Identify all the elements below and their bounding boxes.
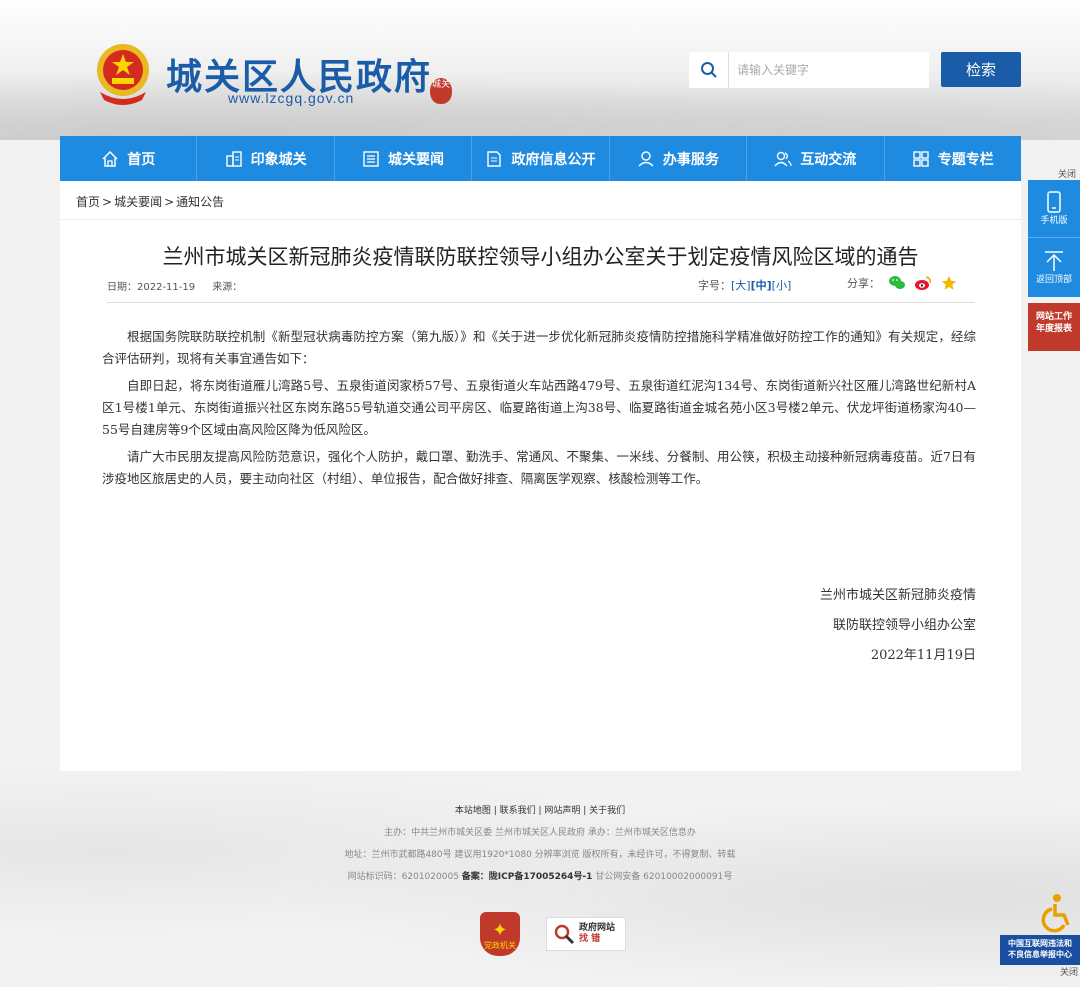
mobile-version-button[interactable]: 手机版 bbox=[1028, 180, 1080, 238]
service-icon bbox=[638, 150, 654, 167]
breadcrumb: 首页 > 城关要闻 > 通知公告 bbox=[76, 193, 224, 210]
mobile-phone-icon bbox=[1047, 191, 1061, 213]
back-to-top-button[interactable]: 返回顶部 bbox=[1028, 238, 1080, 296]
footer-record: 网站标识码：6201020005 备案：陇ICP备17005264号-1 甘公网… bbox=[0, 866, 1080, 888]
float-close-button[interactable]: 关闭 bbox=[1058, 167, 1076, 180]
document-icon bbox=[487, 150, 502, 167]
home-icon bbox=[102, 150, 118, 167]
breadcrumb-notice[interactable]: 通知公告 bbox=[176, 195, 224, 209]
report-center-line1: 中国互联网违法和 bbox=[1008, 939, 1072, 948]
nav-item-impression[interactable]: 印象城关 bbox=[197, 136, 335, 181]
breadcrumb-separator: > bbox=[164, 195, 175, 209]
grid-icon bbox=[913, 150, 929, 167]
party-gov-badge[interactable]: ✦ 党政机关 bbox=[480, 912, 520, 956]
find-error-line2: 找 错 bbox=[579, 934, 601, 944]
share-bar: 分享： bbox=[847, 275, 958, 291]
wechat-icon[interactable] bbox=[888, 275, 906, 291]
breadcrumb-news[interactable]: 城关要闻 bbox=[114, 195, 162, 209]
article-paragraph: 根据国务院联防联控机制《新型冠状病毒防控方案（第九版）》和《关于进一步优化新冠肺… bbox=[102, 329, 976, 366]
font-size-control: 字号：[大][中][小] bbox=[698, 277, 791, 293]
footer-links[interactable]: 本站地图 | 联系我们 | 网站声明 | 关于我们 bbox=[0, 800, 1080, 822]
nav-item-special[interactable]: 专题专栏 bbox=[885, 136, 1021, 181]
footer-site-id: 网站标识码：6201020005 bbox=[347, 872, 462, 882]
nav-label: 印象城关 bbox=[250, 151, 307, 168]
nav-label: 专题专栏 bbox=[937, 151, 994, 168]
search-icon[interactable] bbox=[689, 52, 729, 88]
article-signature: 兰州市城关区新冠肺炎疫情 联防联控领导小组办公室 2022年11月19日 bbox=[820, 581, 976, 671]
find-error-badge[interactable]: 政府网站 找 错 bbox=[546, 917, 626, 951]
article-meta: 日期：2022-11-19 来源： bbox=[107, 278, 256, 293]
magnifier-icon bbox=[554, 924, 575, 945]
font-size-small[interactable]: [小] bbox=[772, 279, 792, 292]
breadcrumb-home[interactable]: 首页 bbox=[76, 195, 100, 209]
mobile-version-label: 手机版 bbox=[1040, 216, 1068, 226]
article-source: 来源： bbox=[212, 282, 243, 293]
search-button[interactable]: 检索 bbox=[941, 52, 1021, 87]
find-error-line1: 政府网站 bbox=[579, 923, 616, 933]
float-panel: 手机版 返回顶部 bbox=[1028, 180, 1080, 297]
main-nav: 首页 印象城关 城关要闻 政府信息公开 办事服务 互动交流 专题专栏 bbox=[60, 136, 1021, 181]
nav-label: 互动交流 bbox=[800, 151, 857, 168]
annual-report-line2: 年度报表 bbox=[1035, 324, 1072, 334]
article-paragraph: 自即日起，将东岗街道雁儿湾路5号、五泉街道闵家桥57号、五泉街道火车站西路479… bbox=[102, 378, 976, 437]
nav-item-service[interactable]: 办事服务 bbox=[610, 136, 748, 181]
divider bbox=[107, 302, 975, 303]
footer-police-record[interactable]: 甘公网安备 62010002000091号 bbox=[592, 872, 732, 882]
accessibility-icon[interactable] bbox=[1040, 893, 1074, 933]
signature-org-line1: 兰州市城关区新冠肺炎疫情 bbox=[819, 588, 976, 603]
nav-label: 首页 bbox=[127, 151, 156, 168]
nav-label: 城关要闻 bbox=[388, 151, 445, 168]
signature-org-line2: 联防联控领导小组办公室 bbox=[832, 618, 976, 633]
nav-item-news[interactable]: 城关要闻 bbox=[335, 136, 473, 181]
font-size-label: 字号： bbox=[698, 279, 731, 292]
float-close-button-bottom[interactable]: 关闭 bbox=[1060, 965, 1078, 978]
arrow-up-icon bbox=[1045, 250, 1063, 271]
annual-report-button[interactable]: 网站工作 年度报表 bbox=[1028, 303, 1080, 351]
nav-label: 办事服务 bbox=[662, 151, 719, 168]
footer-icp[interactable]: 陇ICP备17005264号-1 bbox=[489, 872, 593, 882]
people-icon bbox=[774, 151, 792, 166]
impression-icon bbox=[225, 150, 242, 167]
divider bbox=[60, 219, 1021, 220]
share-label: 分享： bbox=[847, 277, 880, 290]
weibo-icon[interactable] bbox=[914, 275, 932, 291]
footer: 本站地图 | 联系我们 | 网站声明 | 关于我们 主办：中共兰州市城关区委 兰… bbox=[0, 800, 1080, 888]
footer-badges: ✦ 党政机关 政府网站 找 错 bbox=[480, 912, 626, 956]
site-seal: 城关 bbox=[430, 78, 452, 104]
news-icon bbox=[363, 150, 379, 167]
party-badge-label: 党政机关 bbox=[484, 941, 516, 950]
annual-report-line1: 网站工作 bbox=[1035, 312, 1072, 322]
article-paragraph: 请广大市民朋友提高风险防范意识，强化个人防护，戴口罩、勤洗手、常通风、不聚集、一… bbox=[102, 449, 976, 486]
favorite-star-icon[interactable] bbox=[940, 275, 958, 291]
nav-item-home[interactable]: 首页 bbox=[60, 136, 198, 181]
footer-sponsor: 主办：中共兰州市城关区委 兰州市城关区人民政府 承办：兰州市城关区信息办 bbox=[384, 828, 696, 838]
article-body: 根据国务院联防联控机制《新型冠状病毒防控方案（第九版）》和《关于进一步优化新冠肺… bbox=[102, 326, 976, 495]
article-date: 日期：2022-11-19 bbox=[107, 282, 196, 293]
footer-address: 地址：兰州市武都路480号 建议用1920*1080 分辨率浏览 版权所有，未经… bbox=[344, 850, 736, 860]
nav-label: 政府信息公开 bbox=[511, 151, 596, 168]
breadcrumb-separator: > bbox=[102, 195, 113, 209]
footer-record-label: 备案： bbox=[461, 872, 489, 882]
party-badge-icon: ✦ bbox=[492, 920, 508, 941]
search-input[interactable] bbox=[729, 55, 919, 85]
report-center-line2: 不良信息举报中心 bbox=[1008, 950, 1072, 959]
nav-item-interaction[interactable]: 互动交流 bbox=[747, 136, 885, 181]
site-url: www.lzcgq.gov.cn bbox=[228, 90, 355, 106]
article-title: 兰州市城关区新冠肺炎疫情联防联控领导小组办公室关于划定疫情风险区域的通告 bbox=[162, 245, 919, 269]
font-size-large[interactable]: [大] bbox=[731, 279, 751, 292]
signature-date: 2022年11月19日 bbox=[870, 648, 976, 663]
nav-item-info-disclosure[interactable]: 政府信息公开 bbox=[472, 136, 610, 181]
illegal-info-report-center[interactable]: 中国互联网违法和 不良信息举报中心 bbox=[1000, 935, 1080, 965]
back-to-top-label: 返回顶部 bbox=[1035, 274, 1072, 285]
search-box bbox=[689, 52, 929, 88]
national-emblem-icon bbox=[97, 44, 149, 105]
article-card: 首页 > 城关要闻 > 通知公告 兰州市城关区新冠肺炎疫情联防联控领导小组办公室关于划定… bbox=[60, 181, 1021, 771]
font-size-medium[interactable]: [中] bbox=[751, 279, 772, 292]
